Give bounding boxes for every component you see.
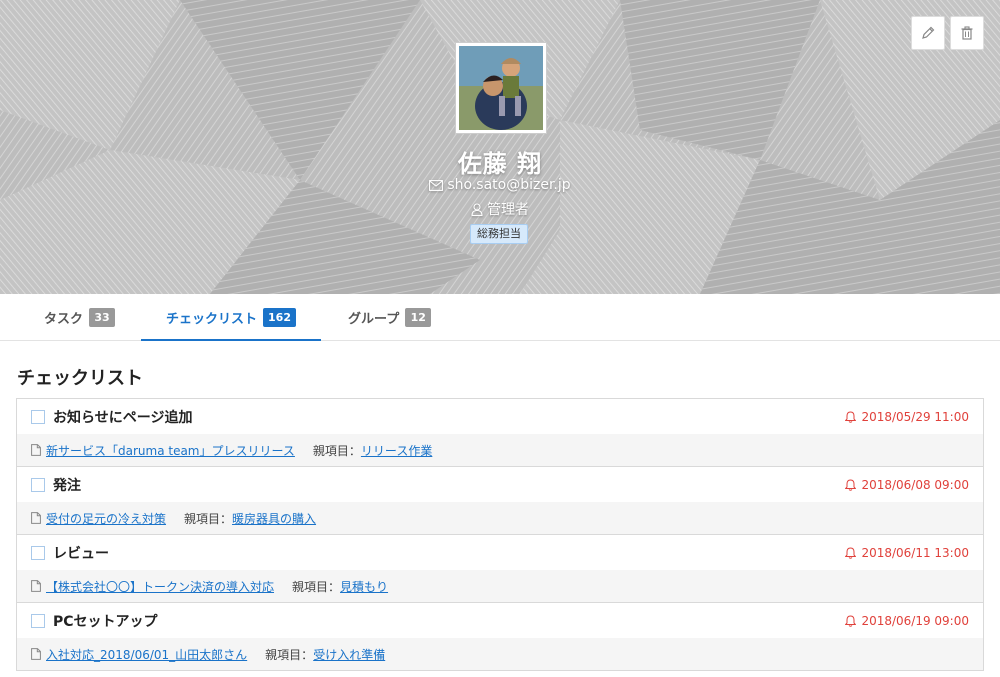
- document-icon: [31, 444, 41, 456]
- checklist-item-row: レビュー 2018/06/11 13:00: [17, 535, 983, 570]
- trash-icon: [961, 26, 973, 40]
- parent-label: 親項目：: [292, 579, 341, 594]
- tab-label: タスク: [44, 312, 84, 327]
- task-link[interactable]: 入社対応_2018/06/01_山田太郎さん: [46, 646, 247, 663]
- due-date: 2018/06/08 09:00: [845, 467, 969, 502]
- tab-label: グループ: [348, 312, 400, 327]
- parent-label: 親項目：: [265, 647, 314, 662]
- item-meta: 新サービス「daruma team」プレスリリース 親項目： リリース作業: [17, 434, 983, 466]
- user-name: 佐藤 翔: [457, 150, 543, 178]
- due-date: 2018/06/19 09:00: [845, 603, 969, 638]
- tab-checklist[interactable]: チェックリスト 162: [166, 294, 296, 341]
- bell-icon: [845, 410, 857, 423]
- tab-count: 162: [263, 308, 296, 327]
- item-meta: 受付の足元の冷え対策 親項目： 暖房器具の購入: [17, 502, 983, 534]
- item-checkbox[interactable]: [31, 613, 45, 628]
- document-icon: [31, 512, 41, 524]
- user-icon: [471, 202, 483, 216]
- due-date-text: 2018/06/08 09:00: [861, 477, 969, 492]
- document-icon: [31, 580, 41, 592]
- parent-label: 親項目：: [184, 511, 233, 526]
- parent-link[interactable]: 受け入れ準備: [313, 646, 385, 663]
- department-badge: 総務担当: [470, 224, 528, 244]
- checklist: お知らせにページ追加 2018/05/29 11:00 新サービス「daruma…: [16, 398, 984, 671]
- list-item: 発注 2018/06/08 09:00 受付の足元の冷え対策 親項目： 暖房器具…: [17, 467, 983, 535]
- user-email: sho.sato@bizer.jp: [0, 177, 1000, 193]
- due-date: 2018/06/11 13:00: [845, 535, 969, 570]
- item-checkbox[interactable]: [31, 545, 45, 560]
- tab-bar: タスク 33 チェックリスト 162 グループ 12: [0, 294, 1000, 341]
- active-tab-indicator: [141, 339, 321, 341]
- list-item: PCセットアップ 2018/06/19 09:00 入社対応_2018/06/0…: [17, 603, 983, 671]
- parent-link[interactable]: 見積もり: [340, 578, 388, 595]
- item-checkbox[interactable]: [31, 409, 45, 424]
- list-item: レビュー 2018/06/11 13:00 【株式会社〇〇】トークン決済の導入対…: [17, 535, 983, 603]
- due-date: 2018/05/29 11:00: [845, 399, 969, 434]
- edit-button[interactable]: [911, 16, 945, 50]
- bell-icon: [845, 614, 857, 627]
- list-item: お知らせにページ追加 2018/05/29 11:00 新サービス「daruma…: [17, 399, 983, 467]
- checklist-item-row: 発注 2018/06/08 09:00: [17, 467, 983, 502]
- due-date-text: 2018/05/29 11:00: [861, 409, 969, 424]
- bell-icon: [845, 478, 857, 491]
- item-checkbox[interactable]: [31, 477, 45, 492]
- parent-link[interactable]: リリース作業: [361, 442, 432, 459]
- checklist-item-row: お知らせにページ追加 2018/05/29 11:00: [17, 399, 983, 434]
- delete-button[interactable]: [950, 16, 984, 50]
- tab-count: 33: [89, 308, 116, 327]
- parent-link[interactable]: 暖房器具の購入: [232, 510, 316, 527]
- checklist-item-row: PCセットアップ 2018/06/19 09:00: [17, 603, 983, 638]
- document-icon: [31, 648, 41, 660]
- user-email-text: sho.sato@bizer.jp: [447, 177, 571, 193]
- item-title[interactable]: PCセットアップ: [53, 611, 158, 631]
- due-date-text: 2018/06/19 09:00: [861, 613, 969, 628]
- tab-tasks[interactable]: タスク 33: [44, 294, 116, 341]
- tab-label: チェックリスト: [166, 312, 258, 327]
- item-title[interactable]: お知らせにページ追加: [53, 407, 192, 427]
- tab-count: 12: [405, 308, 432, 327]
- item-meta: 【株式会社〇〇】トークン決済の導入対応 親項目： 見積もり: [17, 570, 983, 602]
- item-title[interactable]: 発注: [53, 475, 81, 495]
- parent-label: 親項目：: [312, 443, 361, 458]
- user-role-text: 管理者: [487, 202, 529, 218]
- item-meta: 入社対応_2018/06/01_山田太郎さん 親項目： 受け入れ準備: [17, 638, 983, 670]
- due-date-text: 2018/06/11 13:00: [861, 545, 969, 560]
- section-title: チェックリスト: [17, 368, 143, 389]
- user-role: 管理者: [0, 199, 1000, 219]
- task-link[interactable]: 【株式会社〇〇】トークン決済の導入対応: [46, 578, 274, 595]
- task-link[interactable]: 新サービス「daruma team」プレスリリース: [46, 442, 295, 459]
- avatar-photo: [459, 46, 543, 130]
- avatar: [455, 42, 547, 134]
- tab-groups[interactable]: グループ 12: [348, 294, 432, 341]
- profile-banner: 佐藤 翔 sho.sato@bizer.jp 管理者 総務担当: [0, 0, 1000, 294]
- item-title[interactable]: レビュー: [53, 543, 109, 563]
- pencil-icon: [922, 26, 935, 39]
- mail-icon: [429, 179, 444, 191]
- task-link[interactable]: 受付の足元の冷え対策: [46, 510, 166, 527]
- bell-icon: [845, 546, 857, 559]
